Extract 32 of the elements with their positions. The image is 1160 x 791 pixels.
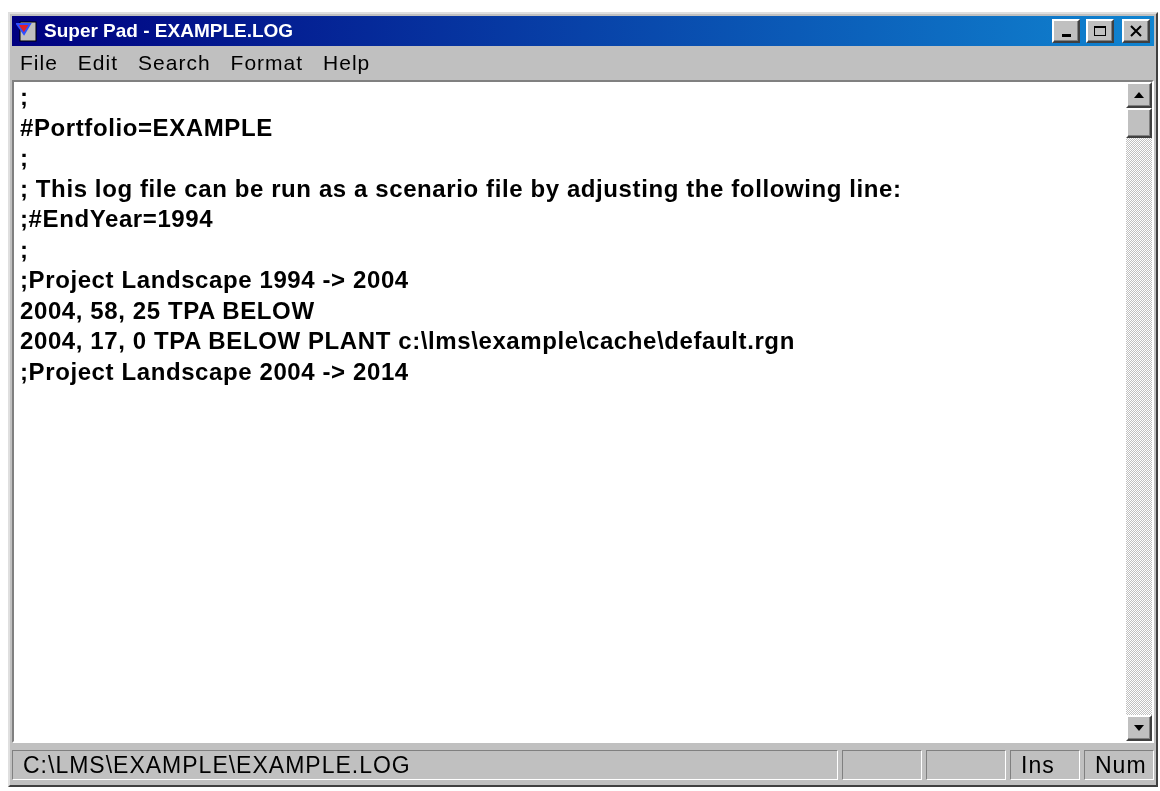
menu-item[interactable]: File [20, 51, 58, 75]
text-line: #Portfolio=EXAMPLE [20, 112, 274, 143]
close-button[interactable] [1122, 19, 1150, 43]
menu-item[interactable]: Format [230, 51, 304, 75]
up-arrow-icon [1133, 91, 1145, 99]
notepad-icon [16, 20, 38, 42]
text-line: ; [20, 82, 30, 112]
down-arrow-icon [1133, 724, 1145, 732]
text-line: ; This log file can be run as a scenario file by adjusting the following line: [20, 173, 903, 204]
menu-item[interactable]: Help [323, 51, 371, 75]
text-line: 2004, 17, 0 TPA BELOW PLANT c:\lms\example\cache\default.rgn [20, 326, 796, 356]
minimize-button[interactable] [1052, 19, 1080, 43]
text-line: ; [20, 143, 30, 173]
scroll-down-button[interactable] [1126, 715, 1152, 741]
text-line: 2004, 58, 25 TPA BELOW [20, 295, 316, 326]
maximize-button[interactable] [1086, 19, 1114, 43]
scrollbar[interactable] [1126, 82, 1152, 741]
minimize-icon [1061, 33, 1071, 37]
scroll-thumb[interactable] [1126, 108, 1152, 138]
text-line: ;Project Landscape 1994 -> 2004 [20, 265, 410, 295]
status-path: C:\LMS\EXAMPLE\EXAMPLE.LOG [12, 750, 838, 780]
window-title: Super Pad - EXAMPLE.LOG [44, 20, 295, 42]
menu-item[interactable]: Edit [77, 51, 119, 75]
text-line: ;#EndYear=1994 [20, 204, 215, 234]
scroll-up-button[interactable] [1126, 82, 1152, 108]
text-line: ;Project Landscape 2004 -> 2014 [20, 356, 410, 387]
status-indicator: Ins [1010, 750, 1080, 780]
close-icon [1130, 25, 1142, 37]
menu-item[interactable]: Search [138, 51, 211, 75]
maximize-icon [1093, 25, 1107, 37]
text-line: ; [20, 234, 30, 265]
status-indicator: Num [1084, 750, 1154, 780]
